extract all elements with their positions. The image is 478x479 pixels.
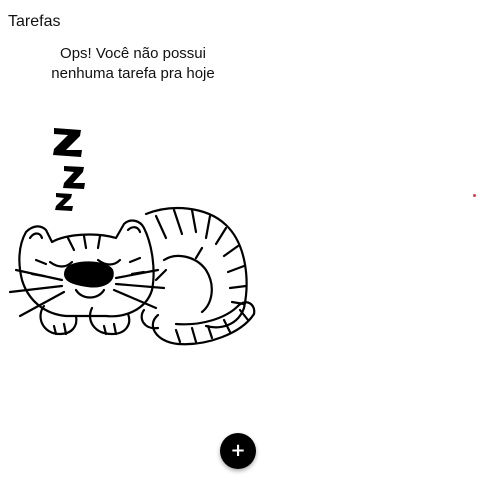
empty-state-line-2: nenhuma tarefa pra hoje bbox=[51, 65, 215, 82]
sleeping-cat-illustration bbox=[8, 128, 256, 346]
empty-state-message: Ops! Você não possui nenhuma tarefa pra … bbox=[0, 44, 266, 84]
zzz-icon bbox=[53, 128, 85, 211]
add-icon: + bbox=[230, 440, 246, 461]
add-task-button[interactable]: + bbox=[220, 433, 256, 469]
empty-state-line-1: Ops! Você não possui bbox=[60, 45, 206, 62]
page-title: Tarefas bbox=[8, 13, 61, 30]
status-dot bbox=[473, 194, 476, 197]
